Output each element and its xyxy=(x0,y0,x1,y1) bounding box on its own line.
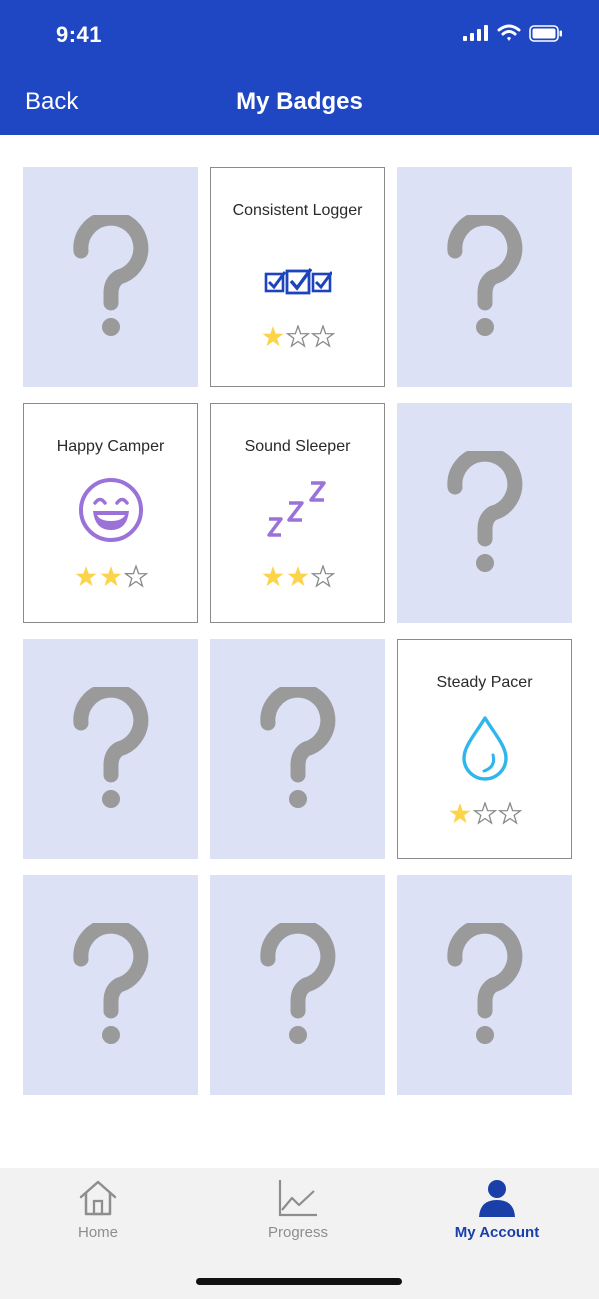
badge-tile-happy-camper[interactable]: Happy Camper xyxy=(23,403,198,623)
badge-name: Steady Pacer xyxy=(436,674,533,691)
question-mark-icon xyxy=(446,215,522,336)
badge-tile-sound-sleeper[interactable]: Sound Sleeper xyxy=(210,403,385,623)
badge-tile-locked[interactable] xyxy=(23,639,198,859)
star-rating xyxy=(398,802,571,825)
badge-name: Consistent Logger xyxy=(232,202,363,219)
badge-tile-locked[interactable] xyxy=(23,875,198,1095)
checkboxes-icon xyxy=(264,268,332,295)
star-filled-icon xyxy=(287,566,308,586)
tab-my-account[interactable]: My Account xyxy=(427,1178,567,1241)
badge-grid: Consistent Logger Happy Camper Sound Sle… xyxy=(23,167,572,1095)
badge-tile-locked[interactable] xyxy=(397,875,572,1095)
tab-home[interactable]: Home xyxy=(28,1178,168,1241)
cellular-signal-icon xyxy=(463,25,488,41)
star-filled-icon xyxy=(262,566,283,586)
star-empty-icon xyxy=(123,565,148,588)
question-mark-icon xyxy=(446,451,522,572)
star-rating xyxy=(211,565,384,588)
page-title: My Badges xyxy=(236,88,363,115)
chart-icon xyxy=(278,1180,317,1217)
question-mark-icon xyxy=(72,923,148,1044)
badge-name: Sound Sleeper xyxy=(244,438,351,455)
badge-tile-locked[interactable] xyxy=(210,639,385,859)
back-button[interactable]: Back xyxy=(25,88,78,116)
star-filled-icon xyxy=(262,326,283,346)
question-mark-icon xyxy=(72,215,148,336)
question-mark-icon xyxy=(72,687,148,808)
badge-tile-locked[interactable] xyxy=(397,403,572,623)
battery-icon xyxy=(529,24,562,42)
badge-tile-locked[interactable] xyxy=(210,875,385,1095)
water-drop-icon xyxy=(461,716,508,781)
home-icon xyxy=(79,1180,117,1216)
sleep-zzz-icon xyxy=(266,481,326,537)
home-indicator xyxy=(196,1278,402,1285)
star-rating xyxy=(24,565,197,588)
star-rating xyxy=(211,325,384,348)
question-mark-icon xyxy=(446,923,522,1044)
badge-tile-steady-pacer[interactable]: Steady Pacer xyxy=(397,639,572,859)
star-filled-icon xyxy=(75,566,96,586)
person-icon xyxy=(479,1180,515,1217)
star-empty-icon xyxy=(497,802,522,825)
laughing-face-icon xyxy=(78,478,143,542)
question-mark-icon xyxy=(259,687,335,808)
tab-label: Home xyxy=(77,1224,118,1241)
wifi-icon xyxy=(497,24,521,41)
tab-label: Progress xyxy=(267,1224,329,1241)
badge-tile-locked[interactable] xyxy=(397,167,572,387)
star-empty-icon xyxy=(285,325,310,348)
star-empty-icon xyxy=(310,325,335,348)
tab-label: My Account xyxy=(454,1224,540,1241)
star-empty-icon xyxy=(310,565,335,588)
star-filled-icon xyxy=(449,803,470,823)
star-empty-icon xyxy=(472,802,497,825)
badge-tile-locked[interactable] xyxy=(23,167,198,387)
status-time: 9:41 xyxy=(56,22,103,47)
star-filled-icon xyxy=(100,566,121,586)
app-header: 9:41 Back My Badges xyxy=(0,0,599,135)
badge-tile-consistent-logger[interactable]: Consistent Logger xyxy=(210,167,385,387)
status-icons xyxy=(463,24,563,42)
badge-name: Happy Camper xyxy=(56,438,165,455)
tab-progress[interactable]: Progress xyxy=(228,1178,368,1241)
question-mark-icon xyxy=(259,923,335,1044)
